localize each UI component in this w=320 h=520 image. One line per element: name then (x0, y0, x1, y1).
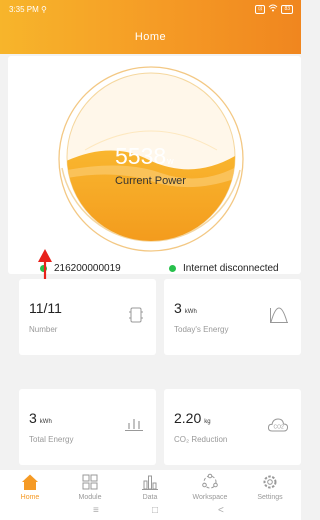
card-total-energy-label: Total Energy (29, 435, 74, 444)
card-co2-reduction[interactable]: 2.20 kg CO₂ Reduction CO2 (164, 389, 301, 465)
internet-status: Internet disconnected (169, 263, 279, 274)
card-total-energy[interactable]: 3 kWh Total Energy (19, 389, 156, 465)
card-total-energy-value: 3 kWh (29, 410, 52, 426)
current-power-value: 5538w (115, 143, 174, 169)
internet-status-label: Internet disconnected (183, 263, 279, 274)
status-dot-internet (169, 265, 176, 272)
bottom-nav: Home Module Data Workspace Settings (0, 470, 301, 504)
grid-icon (82, 474, 98, 490)
nav-data-label: Data (142, 494, 158, 501)
co2-cloud-icon: CO2 (267, 418, 289, 432)
card-co2-value: 2.20 kg (174, 410, 211, 426)
card-number[interactable]: 11/11 Number (19, 279, 156, 355)
module-icon (129, 307, 143, 323)
nav-module[interactable]: Module (60, 470, 120, 504)
nav-workspace-label: Workspace (192, 494, 228, 501)
card-todays-energy[interactable]: 3 kWh Today's Energy (164, 279, 301, 355)
nav-settings[interactable]: Settings (240, 470, 300, 504)
card-co2-label: CO₂ Reduction (174, 435, 228, 444)
card-number-value: 11/11 (29, 300, 62, 316)
home-screen: 3:35 PM ⚲ ⊡ 83 Home 5538w Current Power … (0, 0, 301, 520)
system-nav-bar: ≡ □ < (0, 504, 301, 520)
status-dot-online (40, 265, 47, 272)
nav-data[interactable]: Data (120, 470, 180, 504)
system-back-button[interactable]: < (218, 505, 224, 516)
system-menu-button[interactable]: ≡ (93, 505, 99, 516)
bar-chart-icon (125, 419, 143, 431)
workspace-icon (202, 473, 218, 489)
card-todays-energy-value: 3 kWh (174, 300, 197, 316)
nav-home-label: Home (20, 494, 40, 501)
card-todays-energy-label: Today's Energy (174, 325, 229, 334)
nav-settings-label: Settings (257, 494, 283, 501)
system-home-button[interactable]: □ (152, 505, 158, 516)
device-sn-status: 216200000019 (40, 263, 121, 274)
curve-chart-icon (270, 307, 288, 323)
gear-icon (263, 475, 277, 489)
nav-module-label: Module (78, 494, 102, 501)
nav-workspace[interactable]: Workspace (180, 470, 240, 504)
bar-chart-icon (142, 475, 158, 490)
current-power-label: Current Power (115, 175, 186, 187)
home-icon (22, 474, 38, 490)
nav-home[interactable]: Home (0, 470, 60, 504)
device-sn-label: 216200000019 (54, 263, 121, 274)
card-number-label: Number (29, 325, 58, 334)
svg-text:CO2: CO2 (274, 425, 285, 431)
